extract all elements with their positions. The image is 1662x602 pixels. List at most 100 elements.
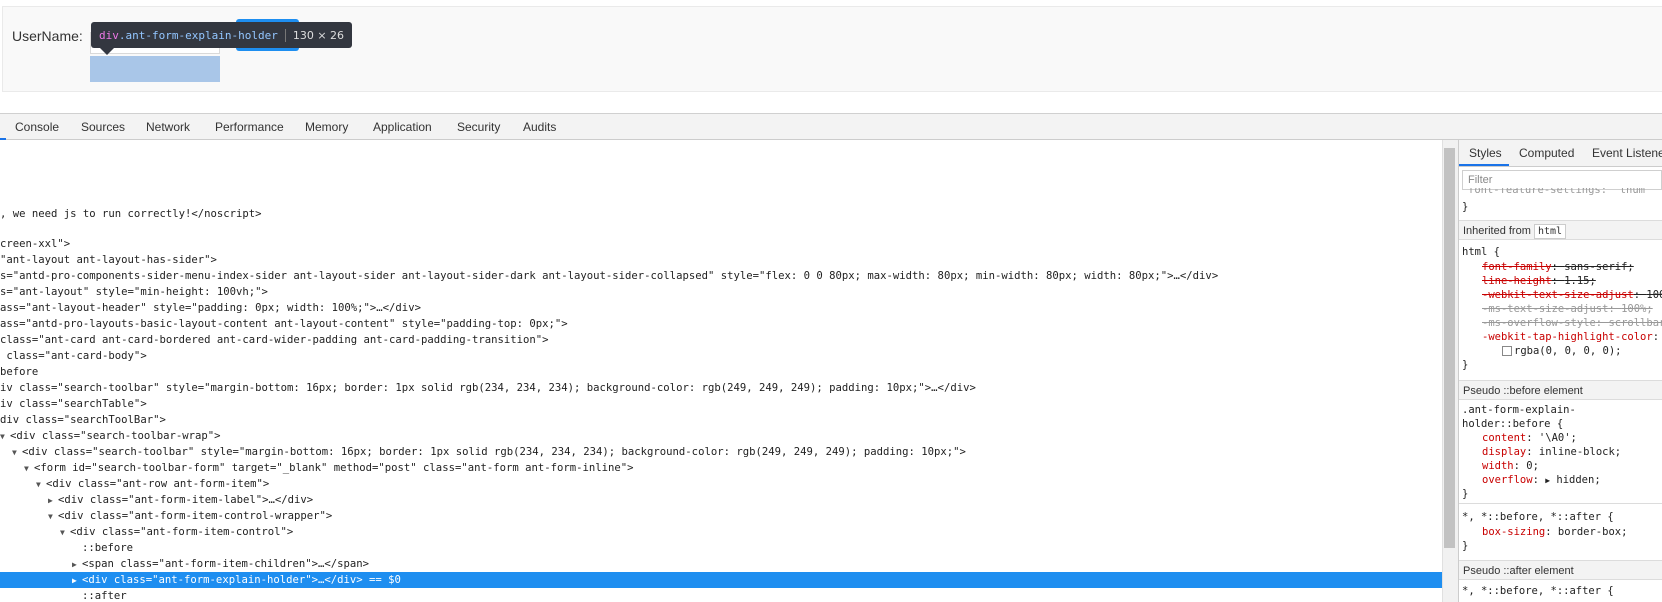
tooltip-dimensions: 130 × 26 (292, 28, 345, 42)
dom-node-text: s="antd-pro-components-sider-menu-index-… (0, 270, 1219, 282)
dom-node-line[interactable]: iv class="search-toolbar" style="margin-… (0, 380, 976, 396)
dom-node-line[interactable]: , we need js to run correctly!</noscript… (0, 206, 262, 222)
before-selector-line1: .ant-form-explain- (1462, 404, 1576, 416)
tab-styles[interactable]: Styles (1469, 140, 1502, 166)
dom-node-line[interactable]: ass="ant-layout-header" style="padding: … (0, 300, 421, 316)
styles-filter-input[interactable]: Filter (1462, 170, 1662, 190)
css-prop: font-family (1482, 261, 1552, 273)
dom-node-line[interactable]: ▶ <div class="ant-form-item-label">…</div… (48, 492, 313, 508)
rule-separator (1459, 503, 1662, 504)
dom-node-line[interactable]: class="ant-card ant-card-bordered ant-ca… (0, 332, 549, 348)
pseudo-before-header: Pseudo ::before element (1459, 380, 1662, 400)
after-selector: *, *::before, *::after { (1462, 585, 1614, 597)
dom-node-line[interactable]: ▼ <form id="search-toolbar-form" target="… (24, 460, 634, 476)
dom-node-line[interactable]: creen-xxl"> (0, 236, 70, 252)
dom-node-text: class="ant-card-body"> (0, 350, 147, 362)
dom-node-text: creen-xxl"> (0, 238, 71, 250)
css-prop: -ms-overflow-style (1482, 317, 1596, 329)
dom-node-text: s="ant-layout" style="min-height: 100vh;… (0, 286, 268, 298)
dom-node-text: <div class="search-toolbar" style="margi… (22, 446, 966, 458)
css-rule[interactable]: -webkit-text-size-adjust: 100%; (1482, 288, 1662, 302)
dom-node-text: <div class="ant-row ant-form-item"> (46, 478, 270, 490)
expand-arrow-icon[interactable]: ▼ (0, 429, 10, 445)
css-rule[interactable]: -ms-overflow-style: scrollbar; (1482, 316, 1662, 330)
universal-selector: *, *::before, *::after { (1462, 511, 1614, 523)
dom-node-text: <div class="ant-form-item-control"> (70, 526, 294, 538)
dom-node-line[interactable]: ::before (82, 540, 133, 556)
dom-node-line[interactable]: ▼ <div class="ant-form-item-control-wrapp… (48, 508, 332, 524)
css-rule[interactable]: overflow: ▶ hidden; (1482, 473, 1601, 487)
css-value: scrollbar; (1608, 317, 1662, 329)
expand-arrow-icon[interactable]: ▶ (72, 573, 82, 589)
dom-node-line[interactable]: ▼ <div class="search-toolbar" style="marg… (12, 444, 966, 460)
css-prop: -ms-text-size-adjust (1482, 303, 1609, 315)
tooltip-tag: div (99, 28, 119, 42)
cut-off-rule: font-feature-settings: "tnum" (1468, 188, 1652, 196)
expand-arrow-icon[interactable]: ▼ (24, 461, 34, 477)
css-rule[interactable]: display: inline-block; (1482, 445, 1621, 459)
tab-computed[interactable]: Computed (1519, 140, 1574, 166)
inherited-html-chip[interactable]: html (1533, 224, 1567, 239)
color-swatch-icon[interactable] (1502, 346, 1512, 356)
css-prop: box-sizing (1482, 526, 1546, 538)
css-rule[interactable]: font-family: sans-serif; (1482, 260, 1634, 274)
dom-node-line[interactable]: ::after (82, 588, 127, 602)
dom-node-line[interactable]: before (0, 364, 38, 380)
dom-node-line[interactable]: s="antd-pro-components-sider-menu-index-… (0, 268, 1218, 284)
css-rule[interactable]: content: '\A0'; (1482, 431, 1577, 445)
css-rule[interactable]: -webkit-tap-highlight-color: (1482, 330, 1662, 344)
css-prop: line-height (1482, 275, 1552, 287)
rule-close-brace: } (1462, 540, 1469, 552)
css-prop: -webkit-tap-highlight-color (1482, 331, 1653, 343)
dom-node-text: <div class="ant-form-explain-holder">…</… (82, 574, 401, 586)
tab-network[interactable]: Network (146, 114, 190, 140)
expand-arrow-icon[interactable]: ▼ (12, 445, 22, 461)
pseudo-after-header: Pseudo ::after element (1459, 560, 1662, 580)
dom-node-line-selected[interactable]: ▶ <div class="ant-form-explain-holder">…<… (0, 572, 1442, 588)
expand-arrow-icon[interactable]: ▶ (72, 557, 82, 573)
tab-memory[interactable]: Memory (305, 114, 348, 140)
css-rule[interactable]: box-sizing: border-box; (1482, 525, 1627, 539)
dom-node-line[interactable]: ▼ <div class="ant-form-item-control"> (60, 524, 293, 540)
tab-audits[interactable]: Audits (523, 114, 556, 140)
css-rule[interactable]: -ms-text-size-adjust: 100%; (1482, 302, 1653, 316)
tab-performance[interactable]: Performance (215, 114, 284, 140)
tab-event-listeners[interactable]: Event Listene (1592, 140, 1662, 166)
tab-security[interactable]: Security (457, 114, 500, 140)
dom-node-line[interactable]: "ant-layout ant-layout-has-sider"> (0, 252, 217, 268)
expand-arrow-icon[interactable]: ▼ (36, 477, 46, 493)
tab-console[interactable]: Console (15, 114, 59, 140)
rule-close-brace: } (1462, 201, 1469, 213)
dom-node-text: div class="searchToolBar"> (0, 414, 166, 426)
dom-node-line[interactable]: ▼ <div class="search-toolbar-wrap"> (0, 428, 220, 444)
css-prop: -webkit-text-size-adjust (1482, 289, 1634, 301)
css-prop: content (1482, 432, 1527, 444)
dom-node-line[interactable]: class="ant-card-body"> (0, 348, 147, 364)
dom-node-line[interactable]: iv class="searchTable"> (0, 396, 147, 412)
expand-arrow-icon[interactable]: ▶ (48, 493, 58, 509)
styles-tabbar: Styles Computed Event Listene (1459, 140, 1662, 167)
css-rule[interactable]: line-height: 1.15; (1482, 274, 1596, 288)
dom-node-line[interactable]: s="ant-layout" style="min-height: 100vh;… (0, 284, 268, 300)
expand-arrow-icon[interactable]: ▼ (60, 525, 70, 541)
css-rule[interactable]: width: 0; (1482, 459, 1539, 473)
inspected-element-highlight (90, 56, 220, 82)
css-value: '\A0'; (1538, 432, 1577, 444)
dom-node-text: <form id="search-toolbar-form" target="_… (34, 462, 634, 474)
dom-node-text: iv class="search-toolbar" style="margin-… (0, 382, 976, 394)
css-value: 100%; (1621, 303, 1653, 315)
dom-node-line[interactable]: div class="searchToolBar"> (0, 412, 166, 428)
dom-node-line[interactable]: ▼ <div class="ant-row ant-form-item"> (36, 476, 269, 492)
dom-node-line[interactable]: ▶ <span class="ant-form-item-children">…<… (72, 556, 369, 572)
dom-node-text: <div class="ant-form-item-label">…</div> (58, 494, 314, 506)
tooltip-separator (284, 28, 286, 42)
tab-application[interactable]: Application (373, 114, 432, 140)
elements-tree[interactable]: , we need js to run correctly!</noscript… (0, 140, 1442, 602)
css-color-value[interactable]: rgba(0, 0, 0, 0); (1502, 344, 1621, 358)
css-value: hidden; (1556, 474, 1601, 486)
rule-close-brace: } (1462, 488, 1469, 500)
tab-sources[interactable]: Sources (81, 114, 125, 140)
scrollbar-thumb[interactable] (1444, 148, 1455, 548)
expand-arrow-icon[interactable]: ▼ (48, 509, 58, 525)
dom-node-line[interactable]: ass="antd-pro-layouts-basic-layout-conte… (0, 316, 568, 332)
